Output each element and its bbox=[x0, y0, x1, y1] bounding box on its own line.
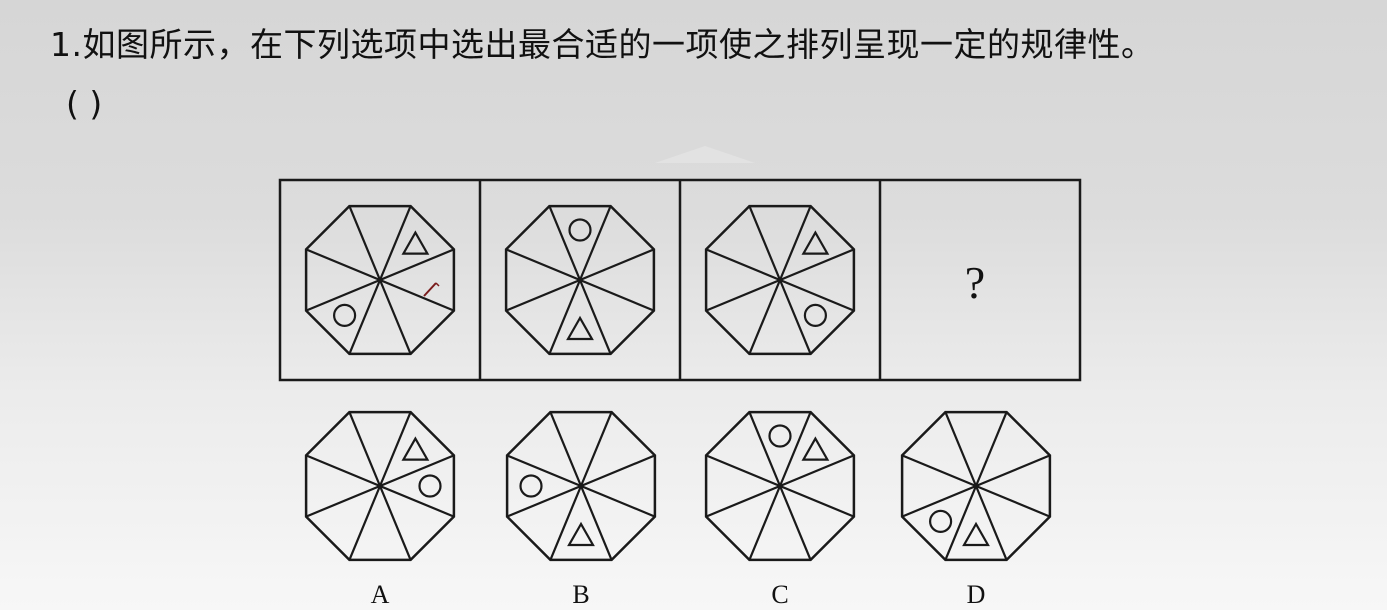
pen-cursor-icon bbox=[423, 282, 440, 297]
triangle-icon bbox=[401, 436, 430, 461]
sequence-figure-3 bbox=[704, 204, 856, 356]
triangle-icon bbox=[401, 230, 430, 255]
circle-icon bbox=[418, 474, 442, 498]
option-a-figure[interactable] bbox=[304, 410, 456, 562]
triangle-icon bbox=[801, 230, 830, 255]
option-c-figure[interactable] bbox=[704, 410, 856, 562]
option-d-figure[interactable] bbox=[900, 410, 1052, 562]
missing-figure-mark: ? bbox=[965, 257, 985, 308]
circle-icon bbox=[803, 303, 828, 327]
option-c-label[interactable]: C bbox=[771, 580, 788, 609]
triangle-icon bbox=[567, 521, 595, 547]
option-b-figure[interactable] bbox=[505, 410, 657, 562]
circle-icon bbox=[768, 424, 792, 448]
triangle-icon bbox=[566, 315, 594, 341]
circle-icon bbox=[519, 474, 543, 498]
circle-icon bbox=[568, 218, 592, 242]
sequence-figure-1 bbox=[304, 204, 456, 356]
circle-icon bbox=[928, 509, 953, 534]
triangle-icon bbox=[801, 436, 830, 461]
background-watermark bbox=[655, 146, 755, 163]
triangle-icon bbox=[962, 521, 990, 547]
option-b-label[interactable]: B bbox=[572, 580, 589, 609]
sequence-frame bbox=[278, 178, 1082, 382]
question-figure: ? A B C D bbox=[278, 146, 1082, 609]
option-a-label[interactable]: A bbox=[371, 580, 390, 609]
sequence-figure-2 bbox=[504, 204, 656, 356]
option-d-label[interactable]: D bbox=[967, 580, 986, 609]
circle-icon bbox=[333, 303, 357, 327]
